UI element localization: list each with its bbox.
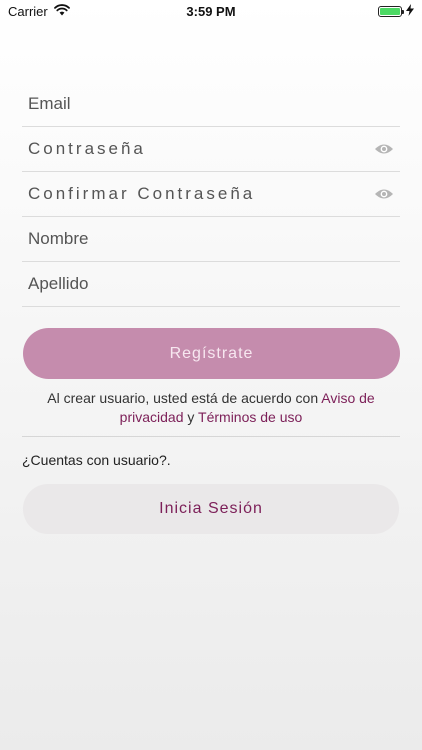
charging-icon xyxy=(406,3,414,19)
login-button[interactable]: Inicia Sesión xyxy=(23,484,399,534)
terms-prefix: Al crear usuario, usted está de acuerdo … xyxy=(47,390,322,406)
password-field[interactable] xyxy=(28,139,348,159)
last-name-field-row xyxy=(22,262,400,307)
status-right xyxy=(378,3,414,19)
registration-form xyxy=(22,82,400,307)
terms-conjunction: y xyxy=(183,409,199,425)
confirm-password-field[interactable] xyxy=(28,184,348,204)
battery-level xyxy=(380,7,400,15)
email-field-row xyxy=(22,82,400,127)
carrier-label: Carrier xyxy=(8,3,48,19)
status-bar: Carrier 3:59 PM xyxy=(0,0,422,22)
eye-icon[interactable] xyxy=(374,142,394,156)
wifi-icon xyxy=(53,3,70,19)
password-field-row xyxy=(22,127,400,172)
first-name-field-row xyxy=(22,217,400,262)
divider xyxy=(22,436,400,437)
email-field[interactable] xyxy=(28,94,348,114)
last-name-field[interactable] xyxy=(28,274,348,294)
register-button[interactable]: Regístrate xyxy=(23,328,400,379)
account-question: ¿Cuentas con usuario?. xyxy=(22,452,171,468)
terms-link[interactable]: Términos de uso xyxy=(198,409,302,425)
status-left: Carrier xyxy=(8,4,70,19)
first-name-field[interactable] xyxy=(28,229,348,249)
terms-notice: Al crear usuario, usted está de acuerdo … xyxy=(22,389,400,427)
confirm-password-field-row xyxy=(22,172,400,217)
battery-icon xyxy=(378,5,404,17)
eye-icon[interactable] xyxy=(374,187,394,201)
